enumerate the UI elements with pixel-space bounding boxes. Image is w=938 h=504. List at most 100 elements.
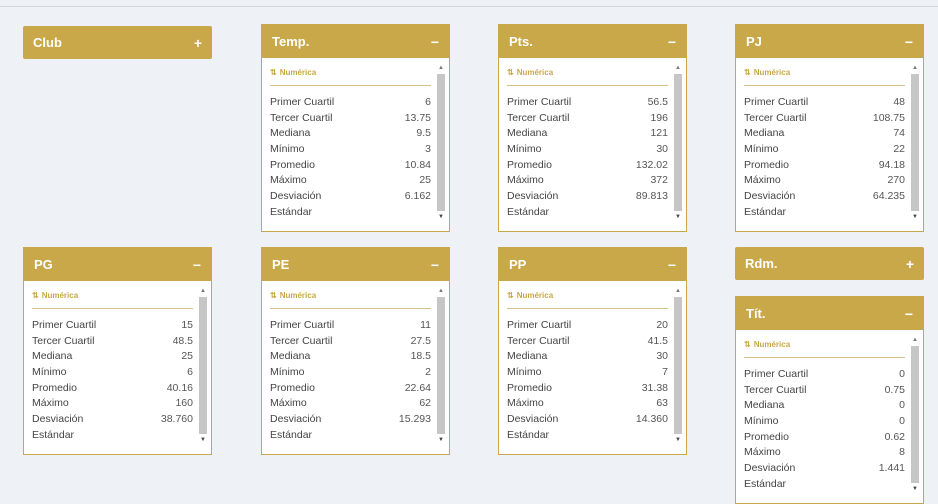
card-title: PE: [272, 257, 290, 272]
scroll-down-icon[interactable]: ▼: [199, 436, 207, 444]
stat-row: Tercer Cuartil 48.5: [32, 334, 193, 350]
scroll-down-icon[interactable]: ▼: [911, 485, 919, 493]
expand-icon[interactable]: +: [906, 256, 914, 272]
scroll-up-icon[interactable]: ▲: [911, 64, 919, 72]
scrollbar-thumb[interactable]: [437, 297, 445, 434]
stat-value: 3: [425, 143, 431, 156]
stat-label: Estándar: [744, 205, 787, 218]
card-body: ⇅ Numérica Primer Cuartil 0 Tercer Cuart…: [736, 330, 923, 503]
stat-row: Promedio 94.18: [744, 158, 905, 174]
stat-row: Mediana 0: [744, 398, 905, 414]
stat-value: 15: [181, 319, 193, 331]
scrollbar[interactable]: ▲ ▼: [437, 64, 445, 221]
card-header[interactable]: PJ −: [736, 25, 923, 58]
stat-row: Primer Cuartil 0: [744, 367, 905, 383]
stat-label: Mediana: [744, 399, 785, 412]
scrollbar-thumb[interactable]: [674, 297, 682, 434]
stat-value: 7: [662, 366, 668, 379]
stat-value: 38.760: [160, 413, 193, 426]
stat-row: Promedio 22.64: [270, 381, 431, 397]
stat-row: Tercer Cuartil 108.75: [744, 111, 905, 127]
card-header[interactable]: Temp. −: [262, 25, 449, 58]
collapse-icon[interactable]: −: [668, 257, 676, 273]
stat-row: Estándar: [270, 428, 431, 444]
scrollbar[interactable]: ▲ ▼: [911, 336, 919, 493]
stat-value: 63: [656, 397, 668, 410]
sort-arrows-icon: ⇅: [744, 340, 751, 349]
type-label: Numérica: [753, 68, 791, 77]
stat-row: Tercer Cuartil 41.5: [507, 334, 668, 350]
stat-label: Mediana: [270, 350, 311, 363]
collapse-icon[interactable]: −: [905, 306, 913, 322]
scroll-up-icon[interactable]: ▲: [674, 64, 682, 72]
scroll-up-icon[interactable]: ▲: [199, 287, 207, 295]
stat-label: Mediana: [270, 127, 311, 140]
collapse-icon[interactable]: −: [193, 257, 201, 273]
type-label: Numérica: [279, 291, 317, 300]
stat-value: 0: [899, 368, 905, 380]
stat-value: 22.64: [404, 381, 431, 394]
scrollbar-thumb[interactable]: [911, 346, 919, 483]
card-body: ⇅ Numérica Primer Cuartil 20 Tercer Cuar…: [499, 281, 686, 454]
scrollbar[interactable]: ▲ ▼: [674, 287, 682, 444]
card-9: Tít. − ⇅ Numérica Primer Cuartil 0 Terce…: [735, 296, 924, 504]
stat-value: 40.16: [166, 381, 193, 394]
scroll-up-icon[interactable]: ▲: [437, 287, 445, 295]
stat-row: Tercer Cuartil 27.5: [270, 334, 431, 350]
stat-label: Máximo: [744, 174, 781, 187]
stat-row: Máximo 63: [507, 396, 668, 412]
scroll-down-icon[interactable]: ▼: [674, 213, 682, 221]
collapse-icon[interactable]: −: [431, 257, 439, 273]
collapse-icon[interactable]: −: [668, 34, 676, 50]
card-body: ⇅ Numérica Primer Cuartil 11 Tercer Cuar…: [262, 281, 449, 454]
stat-value: 30: [656, 143, 668, 156]
stat-value: 14.360: [635, 413, 668, 426]
stat-label: Desviación: [270, 190, 322, 203]
card-title: Rdm.: [745, 256, 778, 271]
stat-label: Mediana: [507, 127, 548, 140]
scroll-up-icon[interactable]: ▲: [437, 64, 445, 72]
expand-icon[interactable]: +: [194, 35, 202, 51]
card-header[interactable]: Rdm. +: [735, 247, 924, 280]
card-header[interactable]: Tít. −: [736, 297, 923, 330]
scrollbar-thumb[interactable]: [674, 74, 682, 211]
card-header[interactable]: Club +: [23, 26, 212, 59]
stat-row: Mediana 121: [507, 126, 668, 142]
stat-row: Tercer Cuartil 196: [507, 111, 668, 127]
stat-value: 0: [899, 415, 905, 428]
card-header[interactable]: PG −: [24, 248, 211, 281]
stat-row: Primer Cuartil 6: [270, 95, 431, 111]
card-header[interactable]: Pts. −: [499, 25, 686, 58]
scrollbar[interactable]: ▲ ▼: [674, 64, 682, 221]
collapse-icon[interactable]: −: [431, 34, 439, 50]
collapse-icon[interactable]: −: [905, 34, 913, 50]
scroll-down-icon[interactable]: ▼: [437, 436, 445, 444]
scrollbar[interactable]: ▲ ▼: [437, 287, 445, 444]
scroll-down-icon[interactable]: ▼: [437, 213, 445, 221]
stat-row: Mínimo 6: [32, 365, 193, 381]
stat-value: 1.441: [878, 462, 905, 475]
stat-label: Estándar: [270, 428, 313, 441]
stat-value: 48.5: [172, 334, 193, 347]
card-header[interactable]: PE −: [262, 248, 449, 281]
stat-label: Primer Cuartil: [507, 96, 572, 108]
scrollbar-thumb[interactable]: [911, 74, 919, 211]
scroll-down-icon[interactable]: ▼: [674, 436, 682, 444]
scroll-up-icon[interactable]: ▲: [674, 287, 682, 295]
scroll-up-icon[interactable]: ▲: [911, 336, 919, 344]
stat-value: 0.75: [884, 383, 905, 396]
stat-label: Mediana: [507, 350, 548, 363]
scrollbar-thumb[interactable]: [437, 74, 445, 211]
stat-value: 18.5: [410, 350, 431, 363]
card-header[interactable]: PP −: [499, 248, 686, 281]
scrollbar[interactable]: ▲ ▼: [911, 64, 919, 221]
scroll-down-icon[interactable]: ▼: [911, 213, 919, 221]
scrollbar-thumb[interactable]: [199, 297, 207, 434]
stat-value: 372: [650, 174, 668, 187]
numeric-type-tag: ⇅ Numérica: [507, 58, 668, 86]
scrollbar[interactable]: ▲ ▼: [199, 287, 207, 444]
stat-value: 41.5: [647, 334, 668, 347]
stat-value: 2: [425, 366, 431, 379]
sort-arrows-icon: ⇅: [744, 68, 751, 77]
stat-value: 9.5: [416, 127, 431, 140]
